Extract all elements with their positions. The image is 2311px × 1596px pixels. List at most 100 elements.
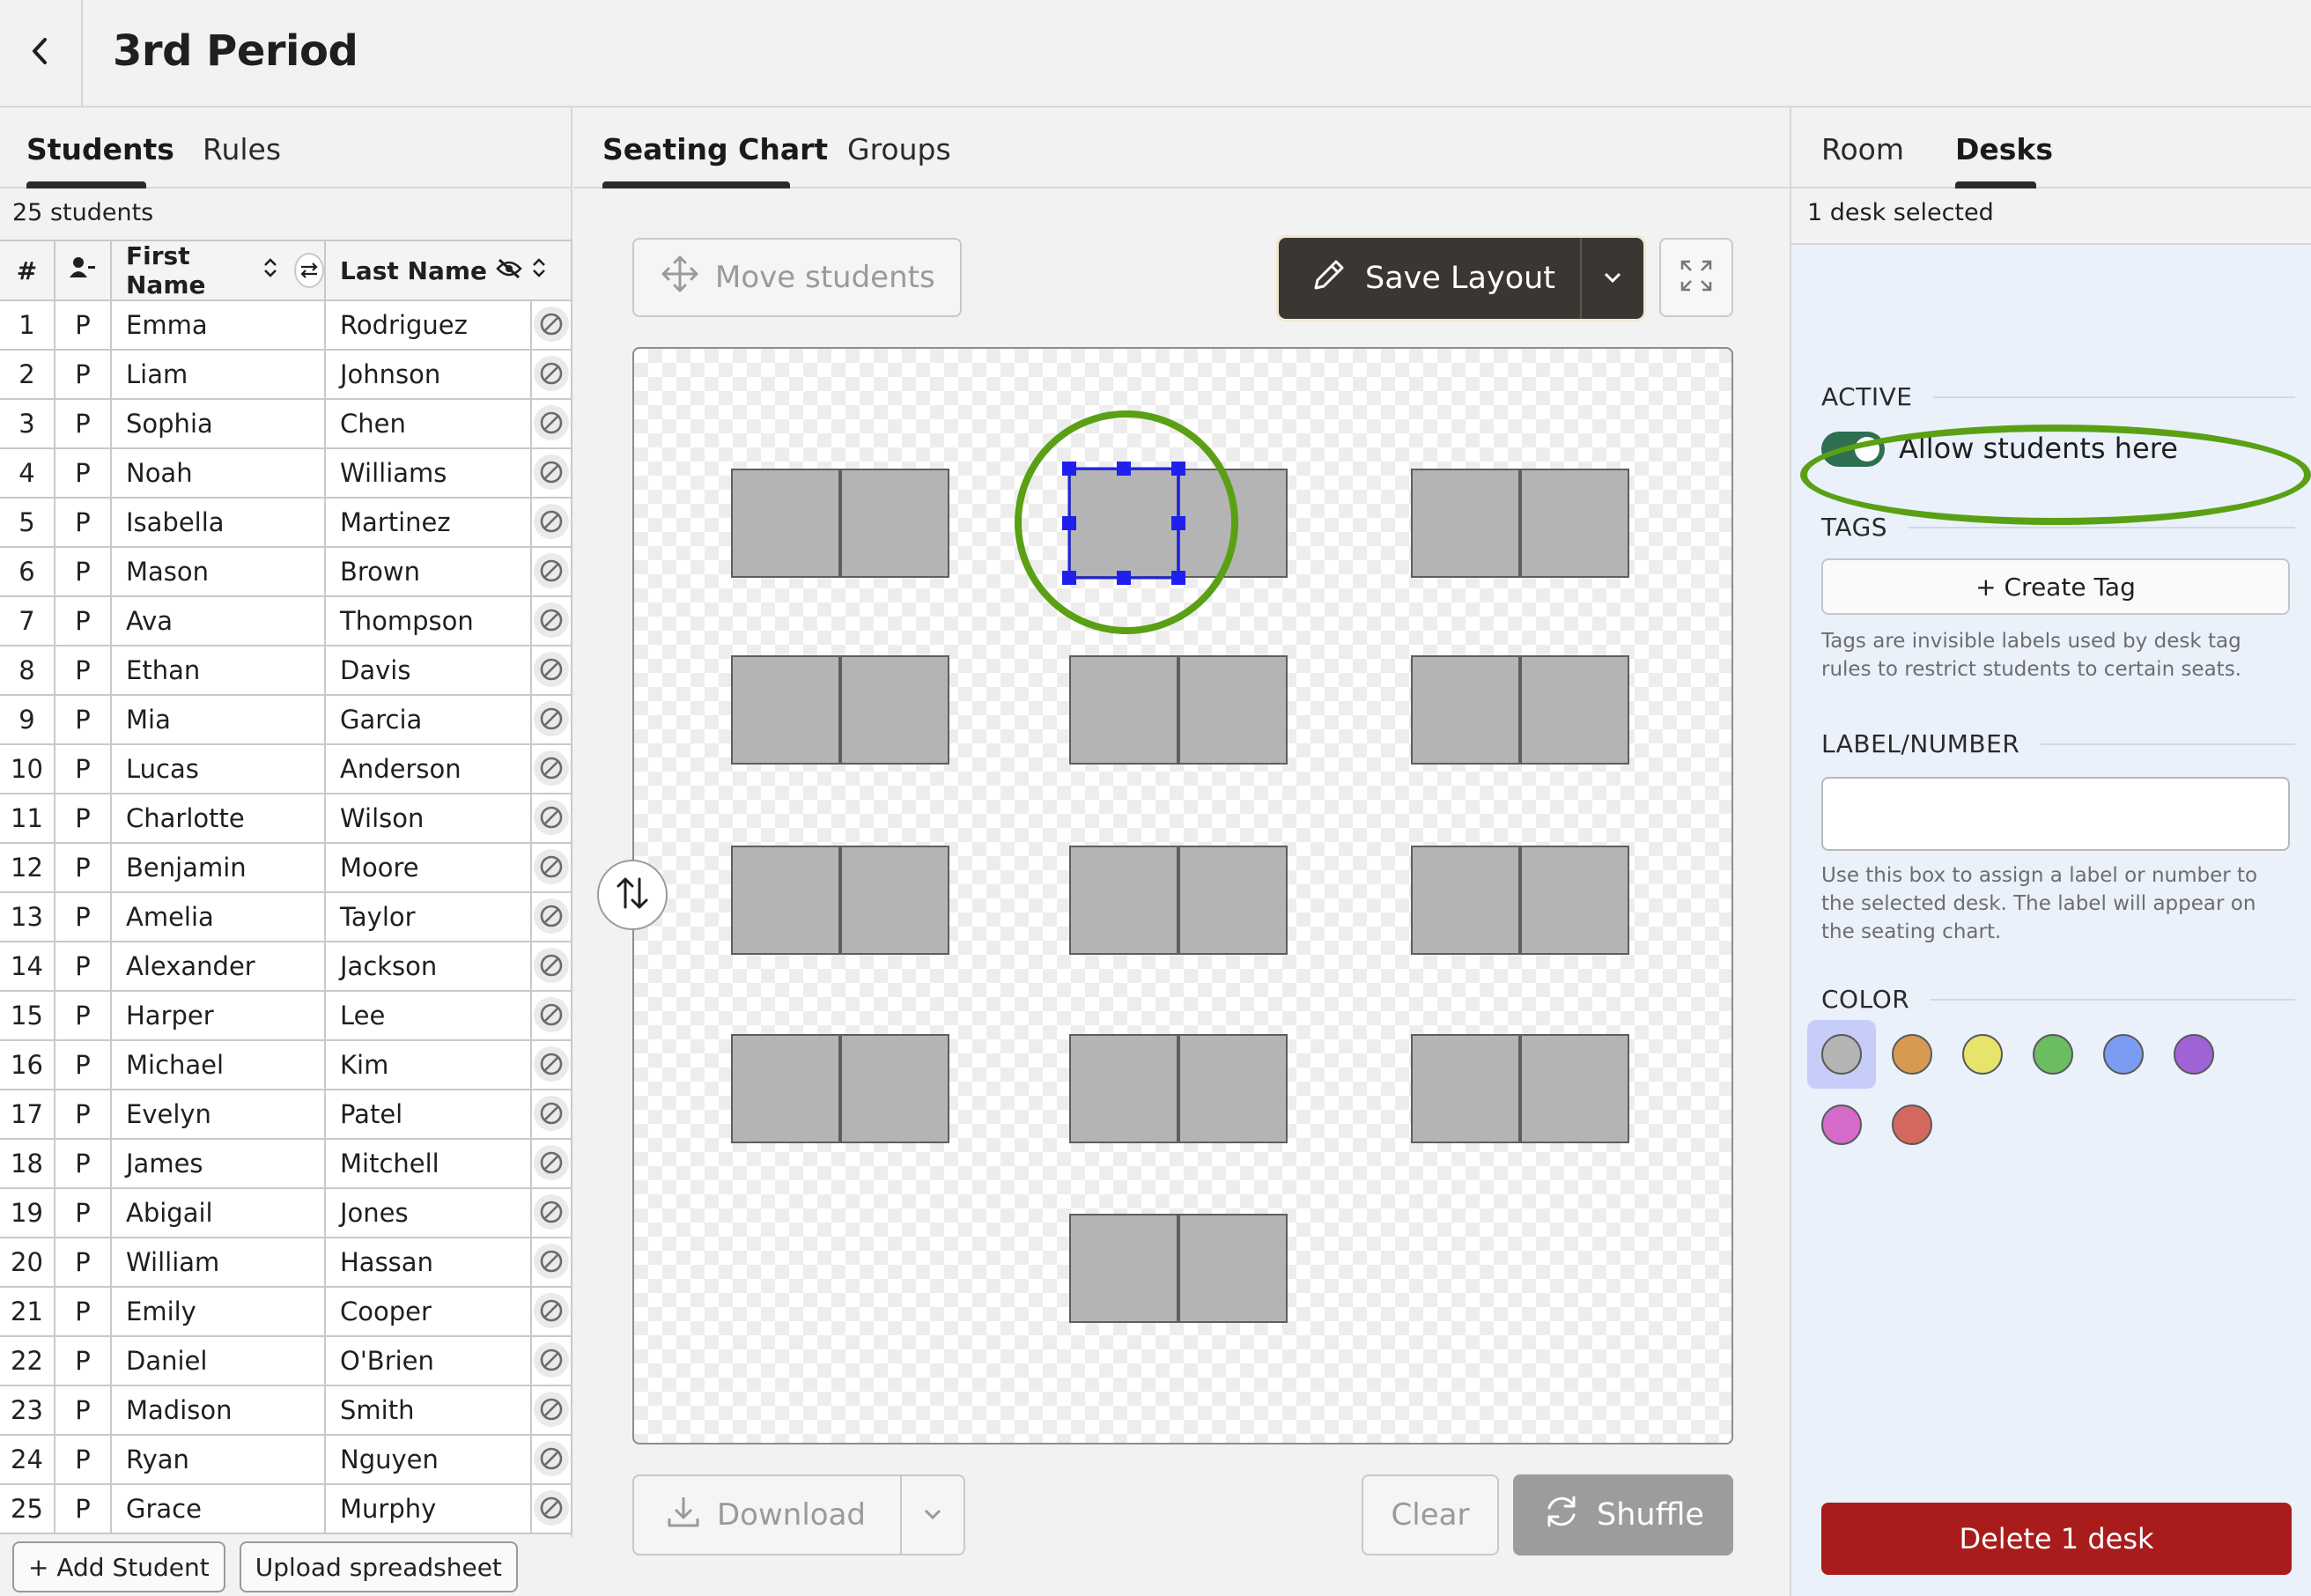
desk[interactable] bbox=[731, 469, 840, 578]
first-name-cell[interactable]: Lucas bbox=[110, 743, 326, 794]
exclude-cell[interactable] bbox=[530, 990, 572, 1041]
table-row[interactable]: 5 P Isabella Martinez bbox=[0, 497, 572, 548]
exclude-cell[interactable] bbox=[530, 349, 572, 400]
exclude-cell[interactable] bbox=[530, 1434, 572, 1485]
block-icon[interactable] bbox=[534, 553, 569, 588]
exclude-cell[interactable] bbox=[530, 842, 572, 893]
color-swatch[interactable] bbox=[1807, 1090, 1876, 1159]
last-name-cell[interactable]: Davis bbox=[324, 645, 532, 696]
desk[interactable] bbox=[1178, 469, 1288, 578]
first-name-cell[interactable]: Harper bbox=[110, 990, 326, 1041]
exclude-cell[interactable] bbox=[530, 299, 572, 351]
block-icon[interactable] bbox=[534, 1490, 569, 1526]
exclude-cell[interactable] bbox=[530, 1385, 572, 1436]
block-icon[interactable] bbox=[534, 1392, 569, 1427]
back-button[interactable] bbox=[0, 0, 83, 106]
last-name-cell[interactable]: Murphy bbox=[324, 1483, 532, 1534]
presence-cell[interactable]: P bbox=[54, 1286, 112, 1337]
last-name-cell[interactable]: Nguyen bbox=[324, 1434, 532, 1485]
first-name-cell[interactable]: Benjamin bbox=[110, 842, 326, 893]
block-icon[interactable] bbox=[534, 898, 569, 934]
block-icon[interactable] bbox=[534, 1441, 569, 1476]
table-row[interactable]: 9 P Mia Garcia bbox=[0, 694, 572, 745]
desk[interactable] bbox=[1411, 1034, 1520, 1143]
exclude-cell[interactable] bbox=[530, 645, 572, 696]
table-row[interactable]: 16 P Michael Kim bbox=[0, 1039, 572, 1090]
presence-cell[interactable]: P bbox=[54, 1483, 112, 1534]
last-name-cell[interactable]: O'Brien bbox=[324, 1335, 532, 1386]
block-icon[interactable] bbox=[534, 602, 569, 638]
desk[interactable] bbox=[1069, 1214, 1178, 1323]
table-row[interactable]: 20 P William Hassan bbox=[0, 1237, 572, 1288]
table-row[interactable]: 18 P James Mitchell bbox=[0, 1138, 572, 1189]
presence-cell[interactable]: P bbox=[54, 1039, 112, 1090]
color-swatch[interactable] bbox=[1878, 1090, 1946, 1159]
last-name-cell[interactable]: Garcia bbox=[324, 694, 532, 745]
presence-cell[interactable]: P bbox=[54, 349, 112, 400]
block-icon[interactable] bbox=[534, 1096, 569, 1131]
last-name-cell[interactable]: Jones bbox=[324, 1187, 532, 1238]
exclude-cell[interactable] bbox=[530, 447, 572, 499]
first-name-cell[interactable]: William bbox=[110, 1237, 326, 1288]
exclude-cell[interactable] bbox=[530, 941, 572, 992]
table-row[interactable]: 17 P Evelyn Patel bbox=[0, 1089, 572, 1140]
tab-groups[interactable]: Groups bbox=[847, 132, 951, 166]
desk[interactable] bbox=[1411, 846, 1520, 955]
table-row[interactable]: 22 P Daniel O'Brien bbox=[0, 1335, 572, 1386]
color-swatch[interactable] bbox=[1878, 1020, 1946, 1089]
flip-vertical-button[interactable] bbox=[597, 860, 668, 930]
color-swatch[interactable] bbox=[2160, 1020, 2228, 1089]
last-name-cell[interactable]: Johnson bbox=[324, 349, 532, 400]
presence-cell[interactable]: P bbox=[54, 1187, 112, 1238]
sort-icon[interactable] bbox=[262, 256, 278, 285]
last-name-cell[interactable]: Moore bbox=[324, 842, 532, 893]
first-name-cell[interactable]: Ryan bbox=[110, 1434, 326, 1485]
upload-spreadsheet-button[interactable]: Upload spreadsheet bbox=[239, 1541, 518, 1592]
desk[interactable] bbox=[840, 846, 949, 955]
block-icon[interactable] bbox=[534, 1293, 569, 1328]
last-name-cell[interactable]: Rodriguez bbox=[324, 299, 532, 351]
swap-columns-icon[interactable] bbox=[293, 253, 324, 288]
exclude-cell[interactable] bbox=[530, 1483, 572, 1534]
table-row[interactable]: 19 P Abigail Jones bbox=[0, 1187, 572, 1238]
exclude-cell[interactable] bbox=[530, 891, 572, 942]
save-layout-dropdown[interactable] bbox=[1580, 238, 1643, 319]
exclude-cell[interactable] bbox=[530, 1187, 572, 1238]
first-name-cell[interactable]: Emma bbox=[110, 299, 326, 351]
last-name-cell[interactable]: Mitchell bbox=[324, 1138, 532, 1189]
first-name-cell[interactable]: Liam bbox=[110, 349, 326, 400]
table-row[interactable]: 15 P Harper Lee bbox=[0, 990, 572, 1041]
table-row[interactable]: 2 P Liam Johnson bbox=[0, 349, 572, 400]
block-icon[interactable] bbox=[534, 1342, 569, 1378]
desk[interactable] bbox=[1069, 655, 1178, 765]
table-row[interactable]: 3 P Sophia Chen bbox=[0, 398, 572, 449]
shuffle-button[interactable]: Shuffle bbox=[1513, 1474, 1733, 1555]
fullscreen-button[interactable] bbox=[1659, 238, 1733, 317]
first-name-cell[interactable]: James bbox=[110, 1138, 326, 1189]
presence-cell[interactable]: P bbox=[54, 990, 112, 1041]
first-name-cell[interactable]: Isabella bbox=[110, 497, 326, 548]
download-button[interactable]: Download bbox=[634, 1476, 900, 1554]
table-row[interactable]: 8 P Ethan Davis bbox=[0, 645, 572, 696]
block-icon[interactable] bbox=[534, 454, 569, 490]
table-row[interactable]: 7 P Ava Thompson bbox=[0, 595, 572, 647]
add-student-button[interactable]: + Add Student bbox=[12, 1541, 225, 1592]
column-presence[interactable] bbox=[54, 240, 112, 301]
last-name-cell[interactable]: Anderson bbox=[324, 743, 532, 794]
table-row[interactable]: 14 P Alexander Jackson bbox=[0, 941, 572, 992]
presence-cell[interactable]: P bbox=[54, 793, 112, 844]
exclude-cell[interactable] bbox=[530, 694, 572, 745]
presence-cell[interactable]: P bbox=[54, 299, 112, 351]
last-name-cell[interactable]: Martinez bbox=[324, 497, 532, 548]
exclude-cell[interactable] bbox=[530, 595, 572, 647]
presence-cell[interactable]: P bbox=[54, 497, 112, 548]
create-tag-button[interactable]: + Create Tag bbox=[1821, 558, 2290, 615]
desk[interactable] bbox=[840, 1034, 949, 1143]
exclude-cell[interactable] bbox=[530, 497, 572, 548]
sort-icon[interactable] bbox=[531, 256, 547, 285]
color-swatch[interactable] bbox=[2089, 1020, 2158, 1089]
desk[interactable] bbox=[731, 846, 840, 955]
first-name-cell[interactable]: Sophia bbox=[110, 398, 326, 449]
first-name-cell[interactable]: Ethan bbox=[110, 645, 326, 696]
delete-desk-button[interactable]: Delete 1 desk bbox=[1821, 1503, 2292, 1575]
